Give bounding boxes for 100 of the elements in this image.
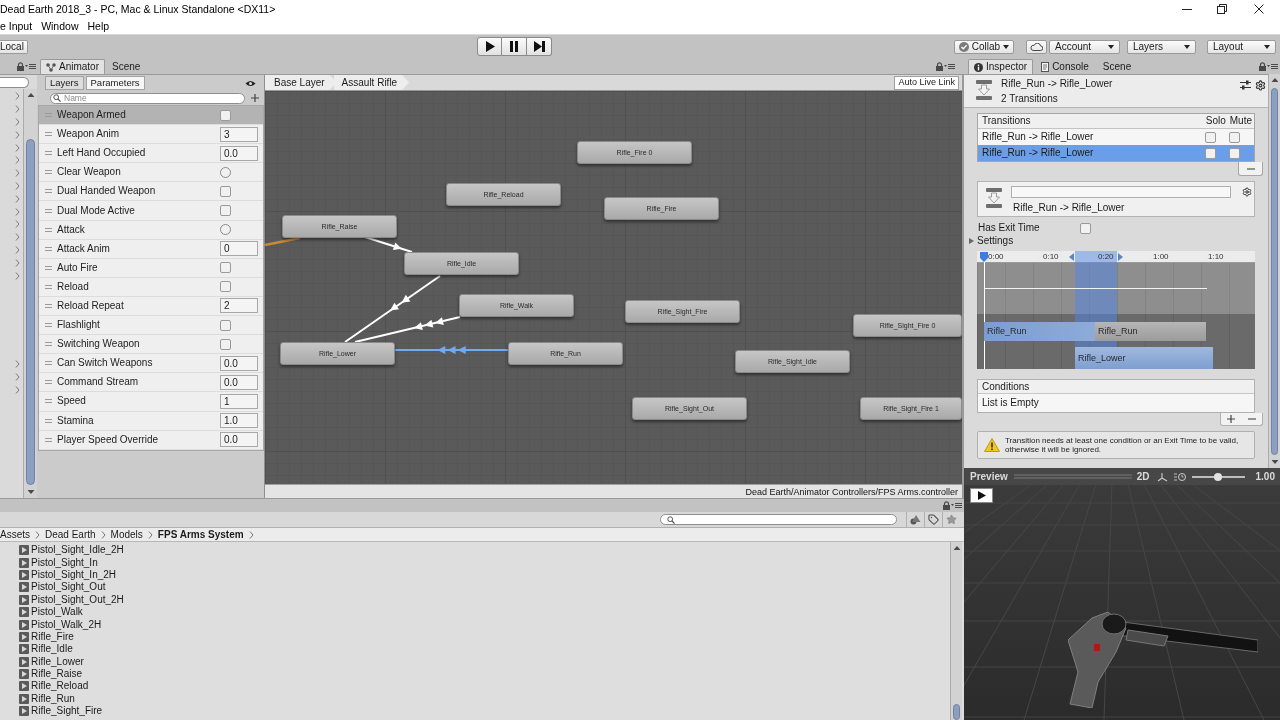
scroll-down-icon[interactable] xyxy=(1271,460,1278,464)
mute-checkbox[interactable] xyxy=(1229,131,1240,143)
solo-checkbox[interactable] xyxy=(1205,147,1216,159)
parameter-row[interactable]: Reload Repeat 2 xyxy=(39,296,263,317)
parameter-row[interactable]: Speed 1 xyxy=(39,392,263,412)
breadcrumb[interactable]: Dead Earth xyxy=(45,529,96,540)
axis-icon[interactable] xyxy=(1156,471,1168,482)
clip-bar[interactable]: Rifle_Run xyxy=(1095,322,1206,341)
star-icon[interactable] xyxy=(946,514,957,525)
tab[interactable]: Scene xyxy=(106,59,147,74)
checkbox[interactable] xyxy=(1080,222,1091,234)
menu-item[interactable]: e Input xyxy=(0,20,33,32)
asset-item[interactable]: Rifle_Run xyxy=(31,693,75,704)
name-field[interactable] xyxy=(1011,186,1231,198)
tab[interactable]: Console xyxy=(1035,59,1095,74)
layout-button[interactable]: Layout xyxy=(1207,39,1276,54)
filter-type-icon[interactable] xyxy=(910,514,921,525)
auto-live-link-button[interactable]: Auto Live Link xyxy=(894,75,959,90)
tab-menu-icon[interactable] xyxy=(1267,62,1278,70)
asset-item[interactable]: Rifle_Raise xyxy=(31,669,83,680)
pause-button[interactable] xyxy=(502,37,527,56)
close-icon[interactable] xyxy=(1254,4,1264,14)
account-button[interactable]: Account xyxy=(1049,39,1120,54)
scrollbar-thumb[interactable] xyxy=(26,139,35,485)
scrollbar-thumb[interactable] xyxy=(953,704,960,720)
speed-icon[interactable] xyxy=(1173,471,1186,482)
value-field[interactable]: 0.0 xyxy=(220,145,258,161)
asset-item[interactable]: Rifle_Idle xyxy=(31,644,73,655)
transition-arrow[interactable] xyxy=(344,275,441,343)
scroll-down-icon[interactable] xyxy=(27,490,34,494)
parameter-row[interactable]: Weapon Anim 3 xyxy=(39,125,263,145)
menu-item[interactable]: Help xyxy=(87,20,110,32)
asset-item[interactable]: Rifle_Reload xyxy=(31,681,89,692)
layers-button[interactable]: Layers xyxy=(1127,39,1196,54)
value-field[interactable]: 0.0 xyxy=(220,432,258,448)
search-field[interactable] xyxy=(660,514,897,525)
panel-tab[interactable]: Layers xyxy=(45,76,84,90)
lock-icon[interactable] xyxy=(943,501,950,510)
tag-icon[interactable] xyxy=(928,514,939,525)
clip-bar[interactable]: Rifle_Lower xyxy=(1075,347,1213,369)
parameter-row[interactable]: Player Speed Override 0.0 xyxy=(39,430,263,450)
plus-icon[interactable] xyxy=(1227,415,1236,423)
gear-icon[interactable] xyxy=(1242,187,1252,197)
checkbox[interactable] xyxy=(220,281,231,293)
value-field[interactable]: 0 xyxy=(220,241,258,257)
search-field[interactable] xyxy=(0,76,29,88)
scroll-up-icon[interactable] xyxy=(27,93,34,97)
parameter-row[interactable]: Attack Anim 0 xyxy=(39,239,263,259)
search-field[interactable]: Name xyxy=(50,92,245,104)
playhead-marker-icon[interactable] xyxy=(980,252,988,262)
mute-checkbox[interactable] xyxy=(1229,147,1240,159)
parameter-row[interactable]: Left Hand Occupied 0.0 xyxy=(39,144,263,164)
trigger-radio[interactable] xyxy=(220,224,231,236)
transition-arrow[interactable] xyxy=(354,316,461,343)
minus-icon[interactable] xyxy=(1246,167,1255,170)
transition-row[interactable]: Rifle_Run -> Rifle_Lower xyxy=(978,145,1254,161)
checkbox[interactable] xyxy=(220,185,231,197)
cloud-button[interactable] xyxy=(1026,39,1047,54)
local-button[interactable]: Local xyxy=(0,39,28,54)
slider-thumb[interactable] xyxy=(1214,472,1223,481)
tab[interactable]: Animator xyxy=(40,59,105,74)
trigger-radio[interactable] xyxy=(220,166,231,178)
tab-menu-icon[interactable] xyxy=(944,62,955,70)
breadcrumb[interactable]: Models xyxy=(110,529,143,540)
value-field[interactable]: 2 xyxy=(220,298,258,314)
breadcrumb[interactable]: Assets xyxy=(0,529,30,540)
asset-item[interactable]: Pistol_Sight_In xyxy=(31,557,98,568)
value-field[interactable]: 0.0 xyxy=(220,374,258,390)
eye-icon[interactable] xyxy=(245,79,256,87)
play-button[interactable] xyxy=(477,37,502,56)
asset-item[interactable]: Pistol_Sight_Out_2H xyxy=(31,594,124,605)
parameter-row[interactable]: Stamina 1.0 xyxy=(39,411,263,431)
parameter-row[interactable]: Can Switch Weapons 0.0 xyxy=(39,354,263,374)
scroll-up-icon[interactable] xyxy=(1271,78,1278,82)
asset-item[interactable]: Rifle_Fire xyxy=(31,631,74,642)
asset-item[interactable]: Rifle_Lower xyxy=(31,656,84,667)
scroll-up-icon[interactable] xyxy=(953,546,960,550)
value-field[interactable]: 1 xyxy=(220,393,258,409)
lock-icon[interactable] xyxy=(936,61,943,71)
panel-tab[interactable]: Parameters xyxy=(85,76,145,90)
asset-item[interactable]: Pistol_Walk_2H xyxy=(31,619,102,630)
scrollbar[interactable] xyxy=(950,542,962,720)
solo-checkbox[interactable] xyxy=(1205,131,1216,143)
lock-icon[interactable] xyxy=(1259,61,1266,71)
checkbox[interactable] xyxy=(220,338,231,350)
view-mode-toggle[interactable]: 2D xyxy=(1136,471,1150,482)
preview-play-button[interactable] xyxy=(970,488,993,503)
settings-foldout[interactable]: Settings xyxy=(969,236,1014,246)
breadcrumb[interactable]: Base Layer xyxy=(265,75,337,90)
transition-arrow[interactable] xyxy=(364,236,413,253)
asset-item[interactable]: Rifle_Sight_Fire xyxy=(31,706,103,717)
plus-icon[interactable] xyxy=(251,94,259,102)
checkbox[interactable] xyxy=(220,205,231,216)
value-field[interactable]: 1.0 xyxy=(220,413,258,429)
breadcrumb[interactable]: FPS Arms System xyxy=(157,529,244,540)
minus-icon[interactable] xyxy=(1247,418,1256,420)
lock-icon[interactable] xyxy=(17,61,24,71)
tab-menu-icon[interactable] xyxy=(951,502,962,509)
checkbox[interactable] xyxy=(220,319,231,331)
scrollbar[interactable] xyxy=(1268,74,1280,468)
